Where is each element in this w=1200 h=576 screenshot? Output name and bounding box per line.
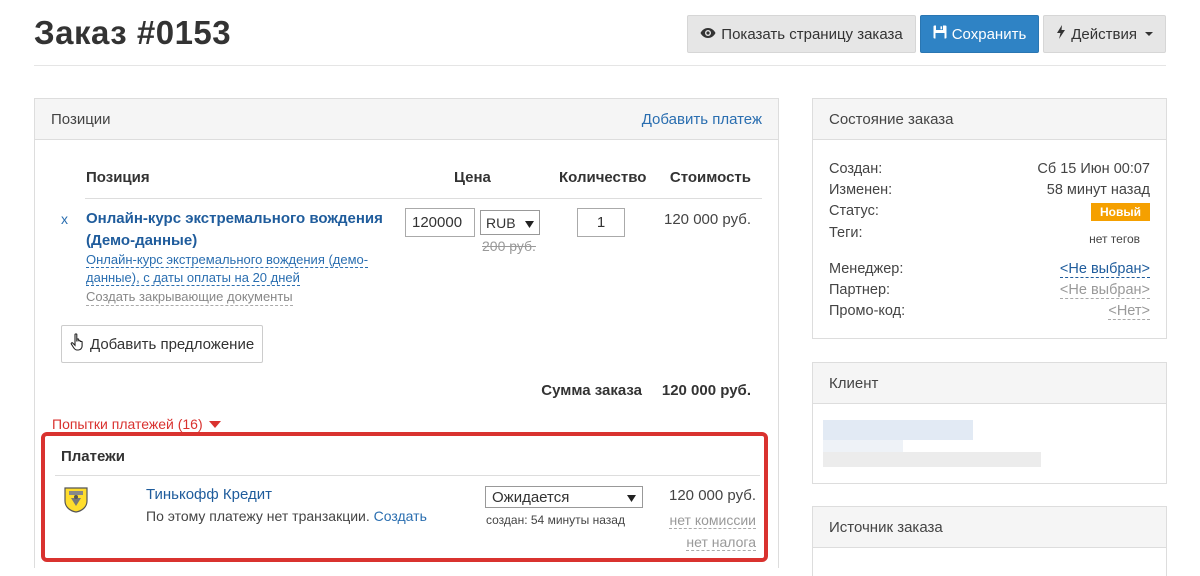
created-row: Создан: Сб 15 Июн 00:07 [829, 161, 1150, 177]
show-order-page-label: Показать страницу заказа [721, 25, 903, 43]
promo-row: Промо-код: <Нет> [829, 303, 1150, 320]
promo-label: Промо-код: [829, 303, 906, 319]
payment-note-text: По этому платежу нет транзакции. [146, 508, 370, 524]
manager-label: Менеджер: [829, 261, 904, 277]
modified-label: Изменен: [829, 182, 893, 198]
save-label: Сохранить [951, 25, 1027, 43]
price-input[interactable] [405, 208, 475, 237]
old-price: 200 руб. [482, 238, 536, 254]
item-cost: 120 000 руб. [664, 211, 751, 228]
payment-note: По этому платежу нет транзакции. Создать [146, 508, 427, 524]
payment-amount: 120 000 руб. [669, 487, 756, 504]
quantity-input[interactable] [577, 208, 625, 237]
column-header-price: Цена [454, 169, 491, 186]
payment-attempts-label: Попытки платежей (16) [52, 416, 203, 432]
column-header-divider [85, 198, 762, 199]
payment-status-select[interactable]: Ожидается [485, 486, 643, 508]
status-badge[interactable]: Новый [1091, 203, 1150, 221]
floppy-disk-icon [933, 25, 947, 43]
save-button[interactable]: Сохранить [919, 15, 1040, 53]
show-order-page-button[interactable]: Показать страницу заказа [687, 15, 916, 53]
client-heading: Клиент [813, 363, 1166, 404]
currency-select[interactable]: RUB [480, 210, 540, 235]
create-transaction-link[interactable]: Создать [374, 508, 427, 524]
tinkoff-logo-icon [63, 486, 89, 513]
payment-created: создан: 54 минуты назад [486, 513, 625, 527]
order-source-title: Источник заказа [829, 518, 943, 536]
status-row: Статус: Новый [829, 203, 1150, 221]
currency-value: RUB [486, 214, 516, 231]
triangle-down-icon [627, 489, 636, 506]
triangle-down-icon [525, 215, 534, 231]
page-title: Заказ #0153 [34, 14, 232, 51]
partner-label: Партнер: [829, 282, 891, 298]
order-source-heading: Источник заказа [813, 507, 1166, 548]
created-label: Создан: [829, 161, 883, 177]
order-state-title: Состояние заказа [829, 110, 954, 128]
lightning-icon [1056, 25, 1066, 43]
payments-divider [55, 475, 760, 476]
item-description-text[interactable]: Онлайн-курс экстремального вождения (дем… [86, 252, 369, 286]
actions-dropdown-button[interactable]: Действия [1043, 15, 1166, 53]
add-offer-label: Добавить предложение [90, 335, 255, 353]
partner-select-link[interactable]: <Не выбран> [1059, 282, 1150, 299]
tags-label: Теги: [829, 225, 863, 241]
payment-tax-link[interactable]: нет налога [686, 534, 756, 551]
column-header-cost: Стоимость [669, 169, 751, 186]
client-panel: Клиент [812, 362, 1167, 484]
payments-title: Платежи [61, 448, 125, 465]
payment-attempts-toggle[interactable]: Попытки платежей (16) [52, 416, 221, 432]
actions-label: Действия [1071, 25, 1137, 43]
tags-value[interactable]: нет тегов [1089, 232, 1140, 246]
add-payment-link[interactable]: Добавить платеж [642, 111, 762, 128]
order-state-heading: Состояние заказа [813, 99, 1166, 140]
created-value: Сб 15 Июн 00:07 [1037, 161, 1150, 177]
header-toolbar: Показать страницу заказа Сохранить Дейст… [687, 15, 1166, 53]
order-sum-value: 120 000 руб. [661, 382, 751, 399]
modified-value: 58 минут назад [1046, 182, 1150, 198]
payment-status-value: Ожидается [492, 488, 570, 506]
partner-row: Партнер: <Не выбран> [829, 282, 1150, 299]
item-name-link[interactable]: Онлайн-курс экстремального вождения (Дем… [86, 208, 386, 252]
triangle-down-icon [208, 420, 221, 428]
status-label: Статус: [829, 203, 879, 219]
order-state-panel: Состояние заказа Создан: Сб 15 Июн 00:07… [812, 98, 1167, 339]
positions-title: Позиции [51, 110, 111, 128]
positions-heading: Позиции Добавить платеж [35, 99, 778, 140]
column-header-qty: Количество [559, 169, 647, 186]
tags-row: Теги: нет тегов [829, 225, 1150, 246]
manager-select-link[interactable]: <Не выбран> [1059, 261, 1150, 278]
promo-select-link[interactable]: <Нет> [1108, 303, 1150, 320]
modified-row: Изменен: 58 минут назад [829, 182, 1150, 198]
chevron-down-icon [1145, 32, 1153, 36]
payments-section: Платежи Тинькофф Кредит По этому платежу… [41, 432, 768, 562]
column-header-item: Позиция [86, 169, 150, 186]
payment-fee-link[interactable]: нет комиссии [669, 512, 756, 529]
order-sum-label: Сумма заказа [541, 382, 642, 399]
remove-item-button[interactable]: x [61, 211, 68, 227]
item-description[interactable]: Онлайн-курс экстремального вождения (дем… [86, 251, 371, 287]
manager-row: Менеджер: <Не выбран> [829, 261, 1150, 278]
pointing-hand-icon [70, 333, 86, 355]
eye-icon [700, 26, 716, 43]
create-closing-docs-link[interactable]: Создать закрывающие документы [86, 289, 293, 306]
order-source-panel: Источник заказа [812, 506, 1167, 576]
positions-panel: Позиции Добавить платеж Позиция Цена Кол… [34, 98, 779, 568]
header-divider [34, 65, 1166, 66]
payment-method-link[interactable]: Тинькофф Кредит [146, 486, 272, 503]
add-offer-button[interactable]: Добавить предложение [61, 325, 264, 363]
client-title: Клиент [829, 374, 879, 392]
